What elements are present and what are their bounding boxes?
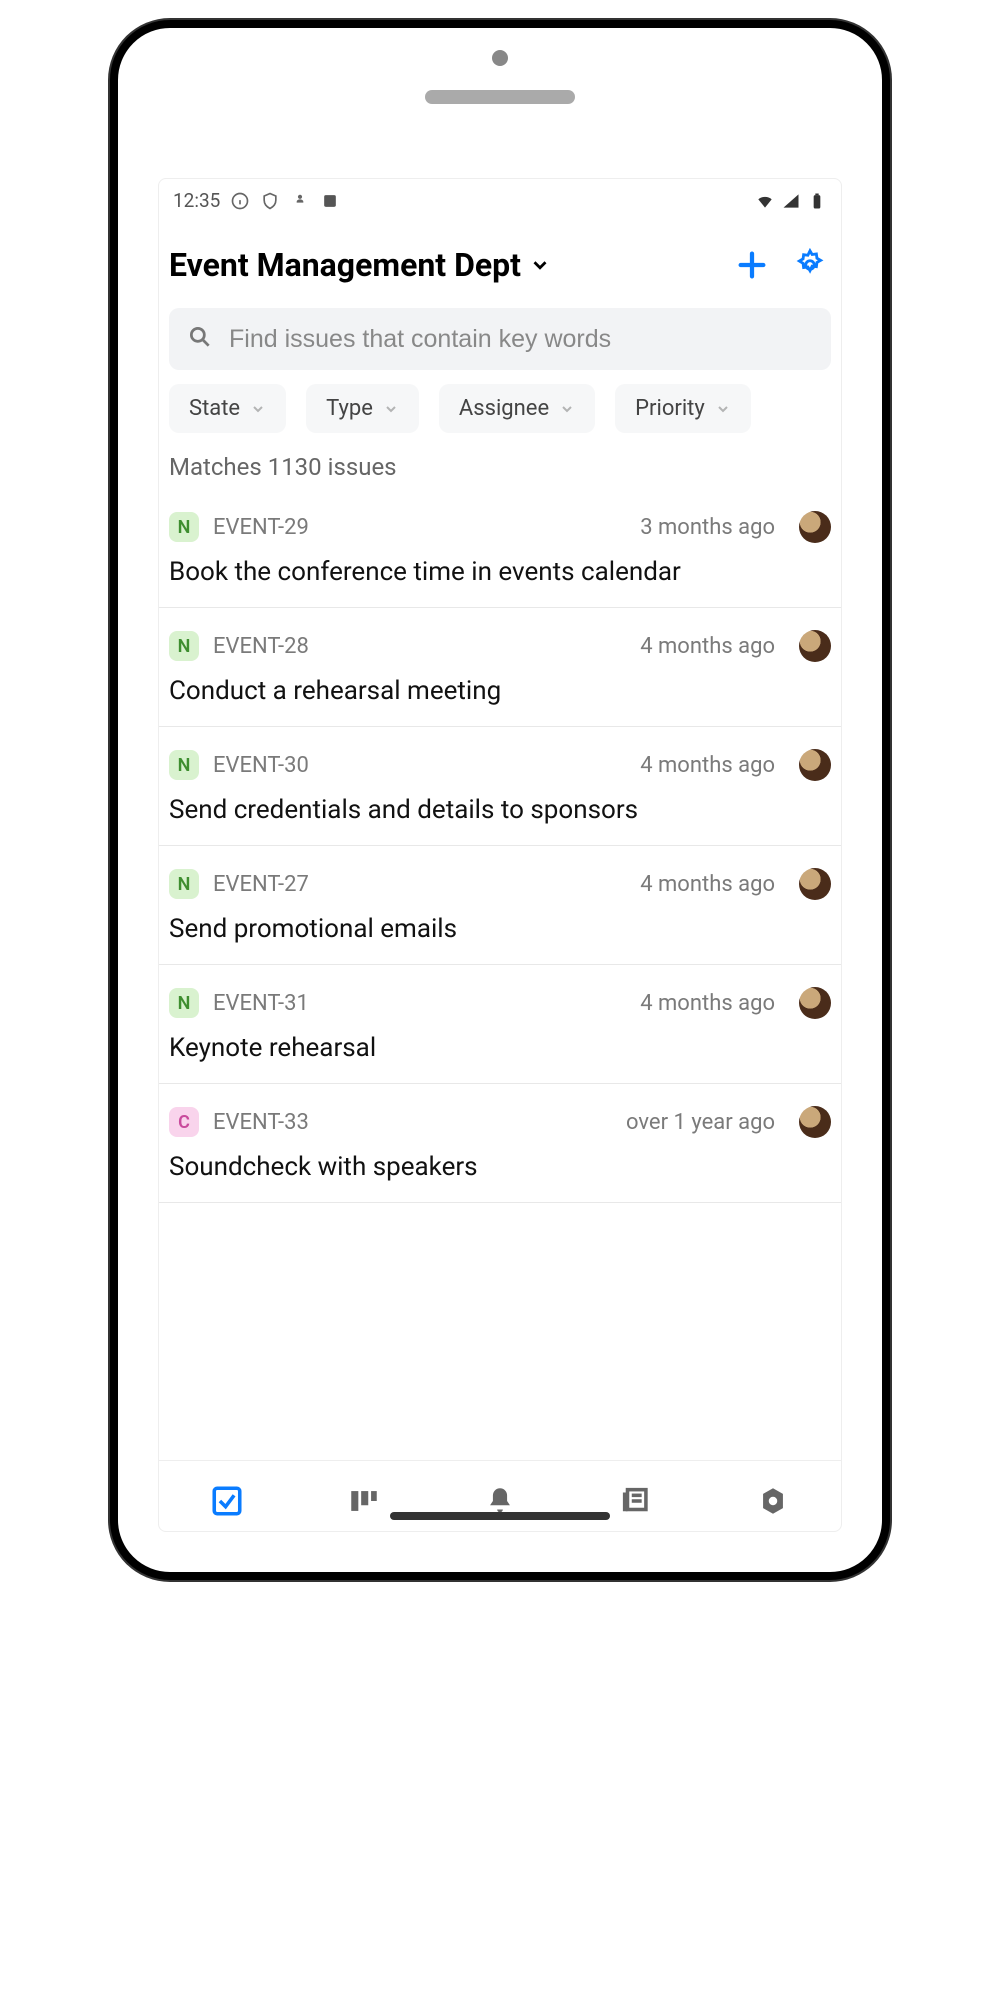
home-indicator[interactable] bbox=[390, 1512, 610, 1520]
filter-label: Assignee bbox=[459, 396, 549, 421]
project-selector[interactable]: Event Management Dept bbox=[169, 246, 551, 284]
issue-badge: N bbox=[169, 512, 199, 542]
issue-time: 3 months ago bbox=[640, 515, 775, 540]
search-bar[interactable] bbox=[169, 308, 831, 370]
filter-type[interactable]: Type bbox=[306, 384, 419, 433]
issue-badge: N bbox=[169, 869, 199, 899]
assignee-avatar[interactable] bbox=[799, 511, 831, 543]
nav-docs[interactable] bbox=[614, 1479, 658, 1523]
shield-icon bbox=[260, 191, 280, 211]
issue-badge: C bbox=[169, 1107, 199, 1137]
status-time: 12:35 bbox=[173, 189, 220, 212]
issue-time: over 1 year ago bbox=[626, 1110, 775, 1135]
wifi-icon bbox=[755, 191, 775, 211]
filter-row: State Type Assignee Priority bbox=[159, 384, 841, 447]
issue-title: Conduct a rehearsal meeting bbox=[169, 676, 831, 706]
filter-label: Priority bbox=[635, 396, 705, 421]
info-icon bbox=[230, 191, 250, 211]
issue-time: 4 months ago bbox=[640, 634, 775, 659]
location-icon bbox=[290, 191, 310, 211]
issue-time: 4 months ago bbox=[640, 753, 775, 778]
issue-badge: N bbox=[169, 631, 199, 661]
chevron-down-icon bbox=[715, 401, 731, 417]
filter-priority[interactable]: Priority bbox=[615, 384, 751, 433]
chevron-down-icon bbox=[529, 254, 551, 276]
nav-board[interactable] bbox=[342, 1479, 386, 1523]
issue-item[interactable]: N EVENT-30 4 months ago Send credentials… bbox=[159, 727, 841, 846]
issue-item[interactable]: N EVENT-29 3 months ago Book the confere… bbox=[159, 489, 841, 608]
signal-icon bbox=[781, 191, 801, 211]
issue-badge: N bbox=[169, 750, 199, 780]
issue-id: EVENT-33 bbox=[213, 1110, 612, 1135]
issue-id: EVENT-28 bbox=[213, 634, 626, 659]
filter-state[interactable]: State bbox=[169, 384, 286, 433]
assignee-avatar[interactable] bbox=[799, 1106, 831, 1138]
issue-id: EVENT-29 bbox=[213, 515, 626, 540]
issue-id: EVENT-27 bbox=[213, 872, 626, 897]
issue-item[interactable]: N EVENT-31 4 months ago Keynote rehearsa… bbox=[159, 965, 841, 1084]
assignee-avatar[interactable] bbox=[799, 987, 831, 1019]
assignee-avatar[interactable] bbox=[799, 749, 831, 781]
issue-item[interactable]: N EVENT-28 4 months ago Conduct a rehear… bbox=[159, 608, 841, 727]
issue-item[interactable]: C EVENT-33 over 1 year ago Soundcheck wi… bbox=[159, 1084, 841, 1203]
issue-time: 4 months ago bbox=[640, 991, 775, 1016]
chevron-down-icon bbox=[250, 401, 266, 417]
nav-settings[interactable] bbox=[751, 1479, 795, 1523]
add-button[interactable] bbox=[735, 248, 769, 282]
issue-list[interactable]: N EVENT-29 3 months ago Book the confere… bbox=[159, 489, 841, 1460]
settings-button[interactable] bbox=[793, 248, 827, 282]
battery-icon bbox=[807, 191, 827, 211]
issue-title: Send promotional emails bbox=[169, 914, 831, 944]
issue-item[interactable]: N EVENT-27 4 months ago Send promotional… bbox=[159, 846, 841, 965]
search-input[interactable] bbox=[229, 325, 813, 354]
filter-assignee[interactable]: Assignee bbox=[439, 384, 595, 433]
issue-time: 4 months ago bbox=[640, 872, 775, 897]
page-title: Event Management Dept bbox=[169, 246, 521, 284]
issue-badge: N bbox=[169, 988, 199, 1018]
issue-title: Soundcheck with speakers bbox=[169, 1152, 831, 1182]
header: Event Management Dept bbox=[159, 218, 841, 294]
filter-label: State bbox=[189, 396, 240, 421]
issue-id: EVENT-31 bbox=[213, 991, 626, 1016]
app-indicator-icon bbox=[320, 191, 340, 211]
bottom-nav bbox=[159, 1460, 841, 1531]
assignee-avatar[interactable] bbox=[799, 630, 831, 662]
chevron-down-icon bbox=[559, 401, 575, 417]
issue-title: Keynote rehearsal bbox=[169, 1033, 831, 1063]
issue-id: EVENT-30 bbox=[213, 753, 626, 778]
search-icon bbox=[187, 324, 213, 354]
nav-issues[interactable] bbox=[205, 1479, 249, 1523]
assignee-avatar[interactable] bbox=[799, 868, 831, 900]
filter-label: Type bbox=[326, 396, 373, 421]
matches-count: Matches 1130 issues bbox=[159, 447, 841, 489]
chevron-down-icon bbox=[383, 401, 399, 417]
issue-title: Book the conference time in events calen… bbox=[169, 557, 831, 587]
issue-title: Send credentials and details to sponsors bbox=[169, 795, 831, 825]
status-bar: 12:35 bbox=[159, 179, 841, 218]
